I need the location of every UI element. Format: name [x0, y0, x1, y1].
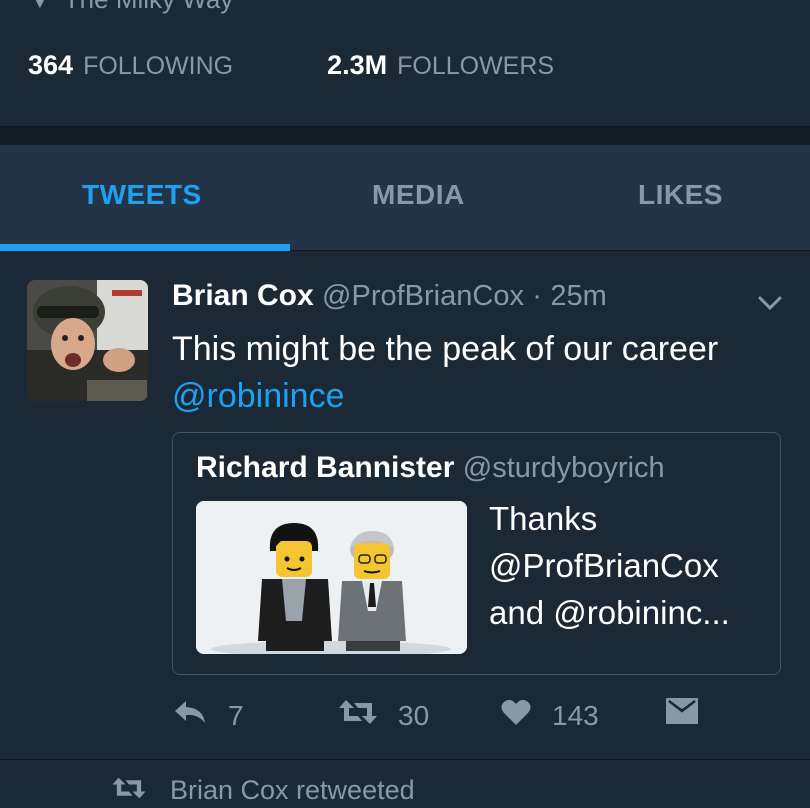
tweet-text: This might be the peak of our career @ro…: [172, 326, 772, 420]
chevron-down-icon[interactable]: [758, 291, 782, 315]
tweet[interactable]: Brian Cox @ProfBrianCox · 25m This might…: [0, 251, 810, 760]
like-count: 143: [552, 699, 599, 731]
followers-label: FOLLOWERS: [397, 52, 555, 80]
tab-likes[interactable]: LIKES: [638, 179, 723, 211]
retweet-icon: [338, 697, 398, 734]
retweet-notice-text: Brian Cox retweeted: [170, 775, 415, 805]
quoted-tweet-image[interactable]: [196, 501, 467, 654]
tweet-mention-link[interactable]: @robinince: [172, 373, 772, 420]
following-label: FOLLOWING: [83, 52, 234, 80]
envelope-icon: [665, 697, 719, 732]
tab-media[interactable]: MEDIA: [372, 179, 465, 211]
quoted-author-name: Richard Bannister: [196, 451, 455, 484]
retweet-button[interactable]: 30: [338, 697, 429, 734]
tweet-header: Brian Cox @ProfBrianCox · 25m: [172, 279, 607, 313]
retweet-notice: Brian Cox retweeted: [110, 775, 415, 808]
author-name[interactable]: Brian Cox: [172, 279, 314, 312]
quoted-tweet[interactable]: Richard Bannister @sturdyboyrich Thanks …: [172, 432, 781, 675]
avatar[interactable]: [27, 280, 148, 401]
retweet-count: 30: [398, 699, 430, 731]
following-stat[interactable]: 364 FOLLOWING: [28, 50, 233, 81]
reply-button[interactable]: 7: [172, 697, 244, 734]
followers-count: 2.3M: [327, 50, 388, 80]
section-divider: [0, 126, 810, 146]
tab-tweets[interactable]: TWEETS: [82, 179, 202, 211]
quoted-tweet-header: Richard Bannister @sturdyboyrich: [196, 451, 665, 485]
reply-icon: [172, 697, 228, 734]
profile-location: ▼ The Milky Way: [30, 0, 233, 15]
retweet-icon: [110, 775, 148, 808]
profile-tabs: TWEETS MEDIA LIKES: [0, 145, 810, 251]
location-text: The Milky Way: [64, 0, 234, 14]
followers-stat[interactable]: 2.3M FOLLOWERS: [327, 50, 554, 81]
quoted-author-handle: @sturdyboyrich: [462, 452, 665, 484]
profile-stats: 364 FOLLOWING 2.3M FOLLOWERS: [28, 50, 554, 81]
tweet-actions: 7 30 143: [172, 697, 732, 737]
like-button[interactable]: 143: [500, 697, 599, 734]
following-count: 364: [28, 50, 74, 80]
active-tab-indicator: [0, 244, 290, 251]
location-pin-icon: ▼: [30, 0, 50, 13]
quoted-tweet-text: Thanks @ProfBrianCox and @robininc...: [489, 500, 730, 631]
tweet-separator: ·: [532, 280, 542, 312]
reply-count: 7: [228, 699, 244, 731]
tweet-body: This might be the peak of our career: [172, 330, 719, 368]
heart-icon: [500, 697, 552, 734]
tweet-time[interactable]: 25m: [550, 280, 606, 312]
direct-message-button[interactable]: [665, 697, 719, 732]
author-handle[interactable]: @ProfBrianCox: [322, 280, 524, 312]
